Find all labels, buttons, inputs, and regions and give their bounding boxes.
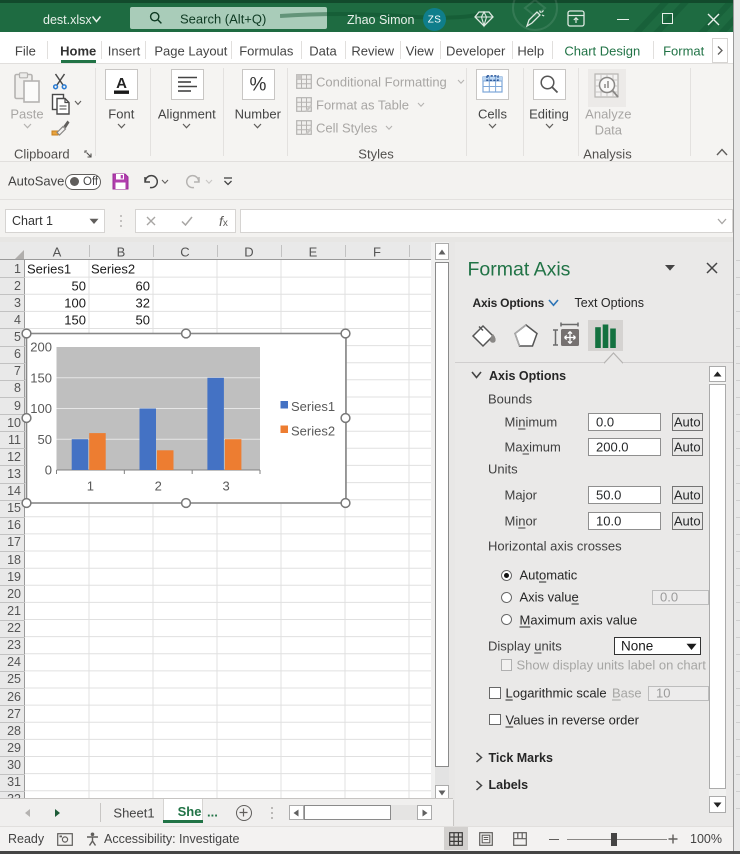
- svg-text:A: A: [116, 75, 127, 92]
- svg-text:%: %: [250, 75, 267, 96]
